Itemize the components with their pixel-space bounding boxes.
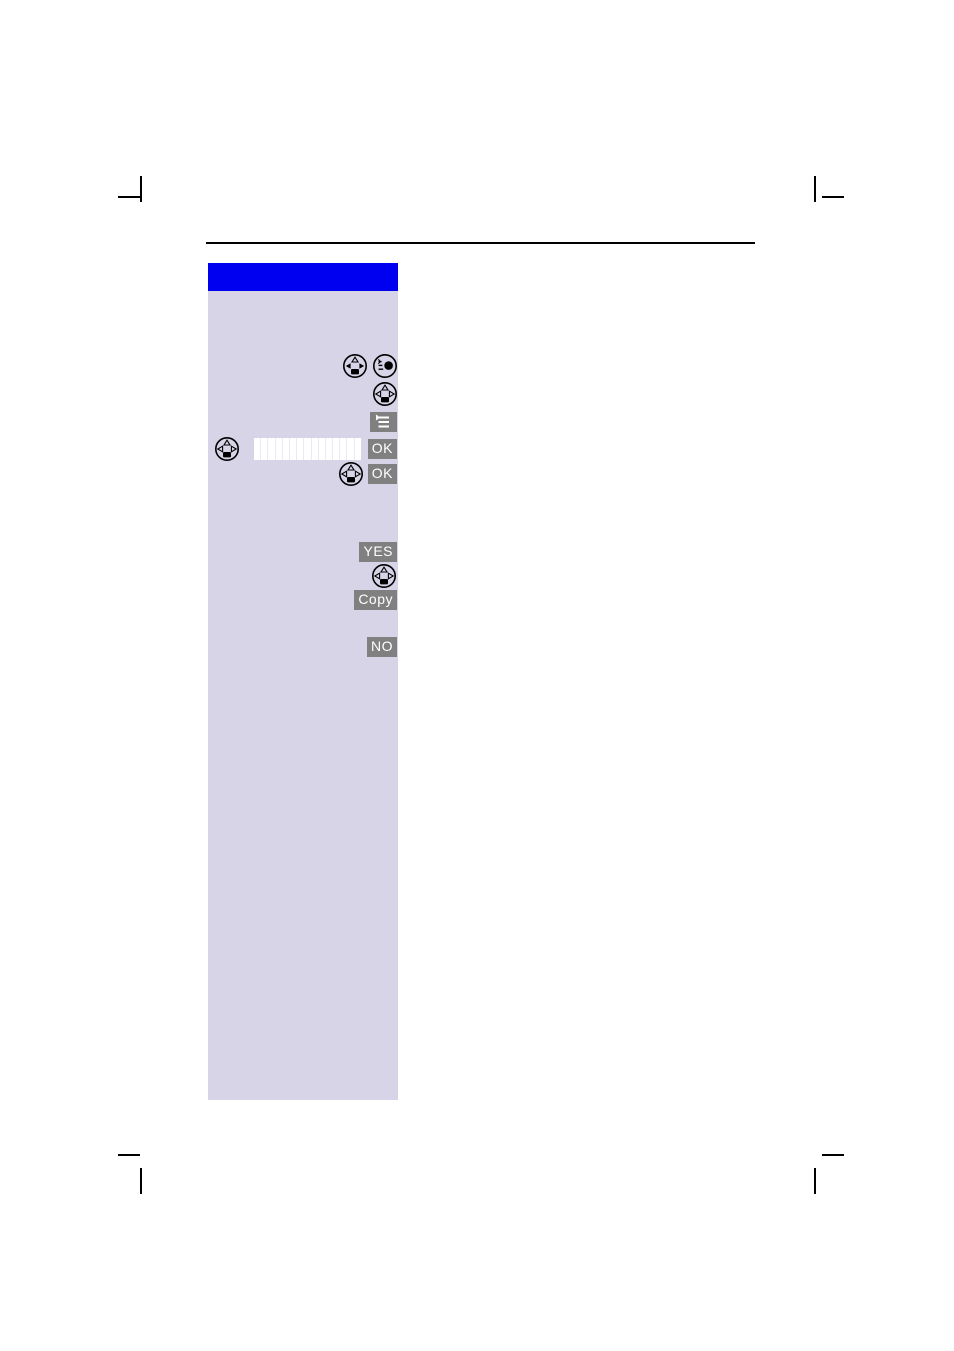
- crop-mark-bottom-left: [118, 1154, 158, 1198]
- manual-page: OK OK YES Copy NO: [0, 0, 954, 1351]
- step-row: NO: [363, 634, 397, 660]
- step-row: YES: [355, 539, 397, 565]
- crop-mark-vertical-tick: [140, 1168, 142, 1194]
- copy-softkey[interactable]: Copy: [354, 590, 397, 610]
- step-row: [368, 381, 398, 407]
- header-rule: [206, 242, 755, 244]
- entry-cell: [326, 438, 334, 460]
- section-title-bar: [208, 263, 398, 291]
- crop-mark-horizontal-tick: [822, 196, 844, 198]
- crop-mark-horizontal-tick: [822, 1154, 844, 1156]
- step-row: Copy: [350, 587, 397, 613]
- nav-key-icon[interactable]: [372, 381, 398, 407]
- no-softkey[interactable]: NO: [367, 637, 397, 657]
- step-row: OK: [334, 461, 397, 487]
- crop-mark-bottom-right: [800, 1154, 844, 1198]
- crop-mark-vertical-tick: [814, 176, 816, 202]
- entry-cell: [333, 438, 341, 460]
- crop-mark-horizontal-tick: [118, 196, 140, 198]
- entry-cell: [297, 438, 305, 460]
- instruction-panel: OK OK YES Copy NO: [208, 291, 398, 1100]
- character-entry-field[interactable]: [254, 438, 361, 460]
- menu-softkey[interactable]: [370, 412, 397, 432]
- ok-softkey[interactable]: OK: [367, 464, 397, 484]
- crop-mark-horizontal-tick: [118, 1154, 140, 1156]
- ok-softkey[interactable]: OK: [367, 439, 397, 459]
- nav-key-icon[interactable]: [214, 436, 240, 462]
- content-column: OK OK YES Copy NO: [208, 263, 398, 1100]
- entry-cell: [290, 438, 298, 460]
- crop-mark-vertical-tick: [140, 176, 142, 202]
- step-row: OK: [214, 436, 397, 462]
- entry-cell: [268, 438, 276, 460]
- menu-list-icon: [375, 414, 389, 428]
- crop-mark-vertical-tick: [814, 1168, 816, 1194]
- entry-cell: [347, 438, 355, 460]
- step-row: [366, 409, 397, 435]
- entry-cell: [312, 438, 319, 460]
- nav-key-icon[interactable]: [371, 563, 397, 589]
- entry-cell: [276, 438, 283, 460]
- crop-mark-top-left: [118, 176, 158, 220]
- nav-key-icon[interactable]: [338, 461, 364, 487]
- entry-cell: [319, 438, 326, 460]
- entry-cell: [355, 438, 361, 460]
- entry-cell: [254, 438, 262, 460]
- entry-cell: [283, 438, 290, 460]
- display-key-icon[interactable]: [372, 353, 398, 379]
- crop-mark-top-right: [800, 176, 844, 220]
- step-row: [367, 563, 397, 589]
- step-row: [338, 353, 398, 379]
- entry-cell: [340, 438, 348, 460]
- entry-cell: [304, 438, 312, 460]
- nav-key-icon[interactable]: [342, 353, 368, 379]
- entry-cell: [261, 438, 269, 460]
- yes-softkey[interactable]: YES: [359, 542, 397, 562]
